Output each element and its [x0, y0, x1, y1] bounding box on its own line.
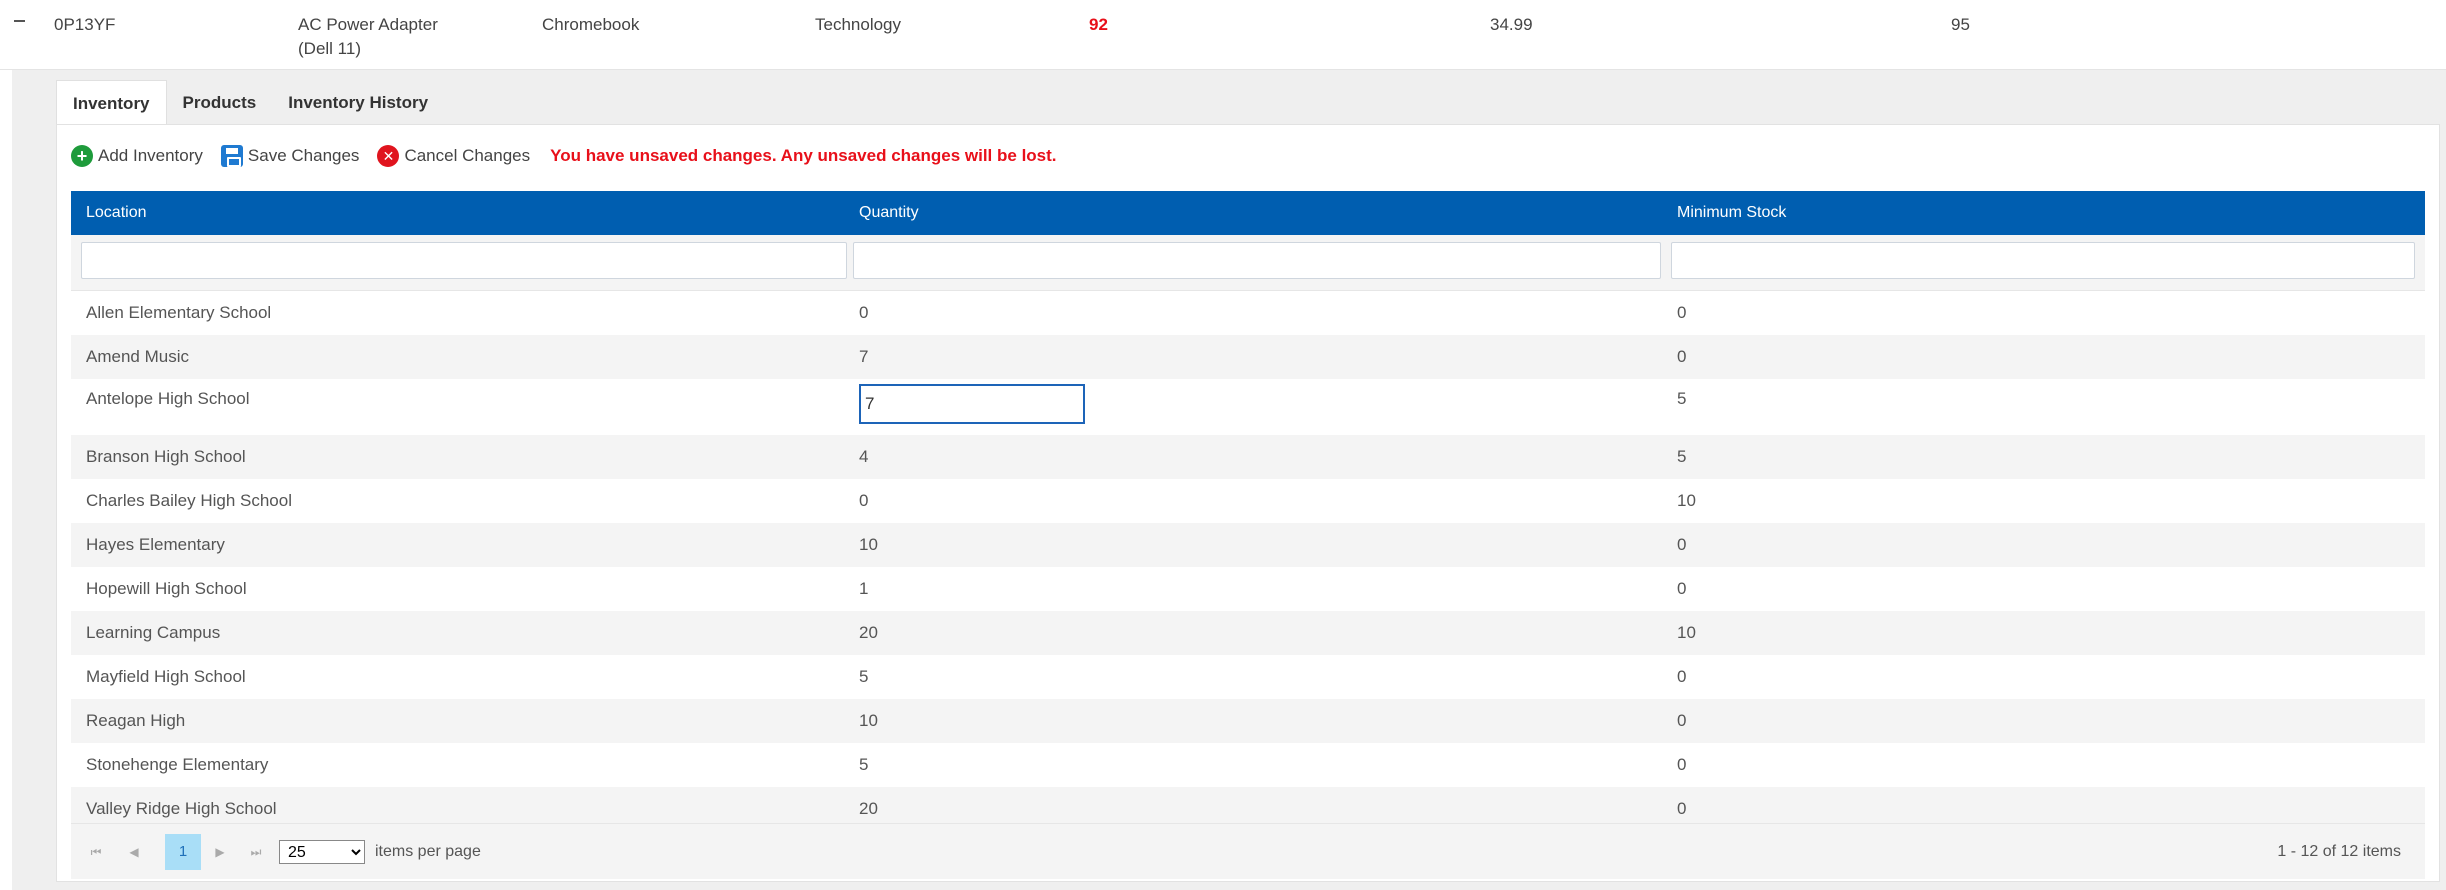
location-cell[interactable]: Amend Music	[86, 335, 189, 379]
table-row[interactable]: Branson High School 4 5	[71, 435, 2425, 479]
filter-row	[71, 235, 2425, 291]
save-changes-button[interactable]: Save Changes	[220, 145, 360, 167]
location-cell[interactable]: Hopewill High School	[86, 567, 247, 611]
save-icon	[220, 145, 243, 167]
description-line1: AC Power Adapter	[298, 15, 438, 34]
inventory-grid: Location Quantity Minimum Stock Allen El…	[71, 191, 2425, 879]
location-cell[interactable]: Mayfield High School	[86, 655, 246, 699]
table-row[interactable]: Reagan High 10 0	[71, 699, 2425, 743]
column-header-quantity[interactable]: Quantity	[859, 191, 919, 235]
cancel-circle-icon: ✕	[377, 145, 400, 167]
quantity-cell[interactable]: 5	[859, 655, 868, 699]
description-cell: AC Power Adapter (Dell 11)	[298, 13, 438, 61]
location-cell[interactable]: Hayes Elementary	[86, 523, 225, 567]
minimum-stock-cell[interactable]: 10	[1677, 479, 1696, 523]
column-header-minimum-stock[interactable]: Minimum Stock	[1677, 191, 1786, 235]
page-size-select[interactable]: 25	[279, 840, 365, 864]
quantity-cell[interactable]: 10	[859, 523, 878, 567]
quantity-cell[interactable]: 5	[859, 743, 868, 787]
quantity-edit-input[interactable]	[859, 384, 1085, 424]
quantity-cell[interactable]: 1	[859, 567, 868, 611]
minimum-stock-cell[interactable]: 0	[1677, 335, 1686, 379]
quantity-cell[interactable]: 10	[859, 699, 878, 743]
grid-header: Location Quantity Minimum Stock	[71, 191, 2425, 235]
pager-info: 1 - 12 of 12 items	[2277, 843, 2401, 860]
minimum-stock-cell[interactable]: 0	[1677, 699, 1686, 743]
inventory-panel: + Add Inventory Save Changes ✕ Cancel Ch…	[56, 124, 2440, 882]
category-cell: Technology	[815, 15, 902, 34]
minimum-stock-cell[interactable]: 0	[1677, 523, 1686, 567]
pager: ⏮ ◀ 1 ▶ ⏭ 25 items per page 1 - 12 of 12…	[71, 823, 2425, 879]
table-row[interactable]: Stonehenge Elementary 5 0	[71, 743, 2425, 787]
location-cell[interactable]: Allen Elementary School	[86, 291, 271, 335]
minimum-stock-cell[interactable]: 10	[1677, 611, 1696, 655]
description-line2: (Dell 11)	[298, 39, 361, 58]
minimum-stock-filter-input[interactable]	[1671, 242, 2415, 279]
next-page-icon[interactable]: ▶	[209, 838, 231, 866]
location-cell[interactable]: Branson High School	[86, 435, 246, 479]
minimum-stock-cell[interactable]: 5	[1677, 435, 1686, 479]
quantity-cell[interactable]: 0	[859, 479, 868, 523]
cancel-changes-button[interactable]: ✕ Cancel Changes	[377, 145, 530, 167]
quantity-cell[interactable]: 4	[859, 435, 868, 479]
table-row[interactable]: Antelope High School 5	[71, 379, 2425, 435]
column-header-location[interactable]: Location	[86, 191, 147, 235]
quantity-cell[interactable]: 7	[859, 335, 868, 379]
table-row[interactable]: Hayes Elementary 10 0	[71, 523, 2425, 567]
minimum-stock-cell[interactable]: 5	[1677, 379, 1686, 419]
quantity-filter-input[interactable]	[853, 242, 1661, 279]
quantity-cell[interactable]: 0	[859, 291, 868, 335]
location-filter-input[interactable]	[81, 242, 847, 279]
total-min-cell: 95	[1951, 15, 1970, 34]
minimum-stock-cell[interactable]: 0	[1677, 743, 1686, 787]
first-page-icon[interactable]: ⏮	[85, 838, 107, 866]
cancel-changes-label: Cancel Changes	[404, 146, 531, 165]
collapse-icon[interactable]	[10, 11, 32, 33]
sku-cell: 0P13YF	[54, 15, 116, 34]
location-cell[interactable]: Reagan High	[86, 699, 185, 743]
plus-circle-icon: +	[71, 145, 93, 167]
add-inventory-button[interactable]: + Add Inventory	[71, 145, 203, 167]
toolbar: + Add Inventory Save Changes ✕ Cancel Ch…	[71, 141, 1057, 171]
total-quantity-cell: 92	[1089, 15, 1108, 34]
location-cell[interactable]: Stonehenge Elementary	[86, 743, 268, 787]
save-changes-label: Save Changes	[247, 146, 360, 165]
grid-body: Allen Elementary School 0 0 Amend Music 7 0 An…	[71, 291, 2425, 831]
tab-inventory[interactable]: Inventory	[56, 80, 167, 126]
page-number-button[interactable]: 1	[165, 834, 201, 870]
items-per-page-label: items per page	[375, 843, 481, 860]
tab-products[interactable]: Products	[167, 80, 273, 126]
detail-area: Inventory Products Inventory History + A…	[12, 70, 2446, 890]
minimum-stock-cell[interactable]: 0	[1677, 655, 1686, 699]
price-cell: 34.99	[1490, 15, 1533, 34]
add-inventory-label: Add Inventory	[98, 146, 203, 165]
table-row[interactable]: Mayfield High School 5 0	[71, 655, 2425, 699]
table-row[interactable]: Hopewill High School 1 0	[71, 567, 2425, 611]
location-cell[interactable]: Antelope High School	[86, 379, 250, 419]
unsaved-warning: You have unsaved changes. Any unsaved ch…	[550, 146, 1057, 165]
tab-strip: Inventory Products Inventory History	[56, 80, 444, 126]
minimum-stock-cell[interactable]: 0	[1677, 567, 1686, 611]
table-row[interactable]: Amend Music 7 0	[71, 335, 2425, 379]
model-cell: Chromebook	[542, 15, 640, 34]
last-page-icon[interactable]: ⏭	[245, 838, 267, 866]
table-row[interactable]: Charles Bailey High School 0 10	[71, 479, 2425, 523]
table-row[interactable]: Allen Elementary School 0 0	[71, 291, 2425, 335]
table-row[interactable]: Learning Campus 20 10	[71, 611, 2425, 655]
location-cell[interactable]: Learning Campus	[86, 611, 220, 655]
tab-inventory-history[interactable]: Inventory History	[272, 80, 444, 126]
location-cell[interactable]: Charles Bailey High School	[86, 479, 292, 523]
minimum-stock-cell[interactable]: 0	[1677, 291, 1686, 335]
quantity-cell[interactable]: 20	[859, 611, 878, 655]
prev-page-icon[interactable]: ◀	[123, 838, 145, 866]
master-row: 0P13YF AC Power Adapter (Dell 11) Chrome…	[0, 0, 2446, 70]
